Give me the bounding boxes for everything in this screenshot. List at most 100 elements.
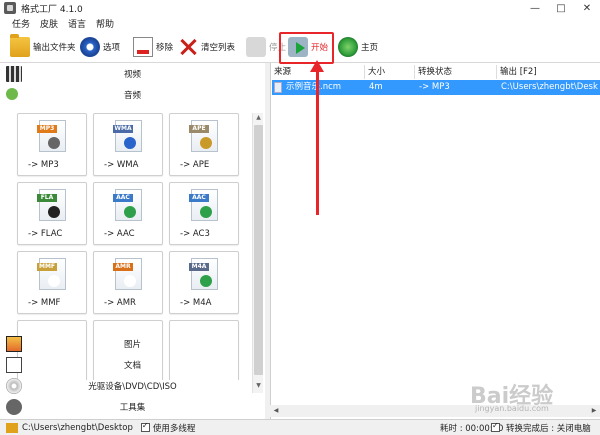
column-size[interactable]: 大小: [365, 65, 415, 79]
status-bar: C:\Users\zhengbt\Desktop 使用多线程 耗时 : 00:0…: [0, 419, 600, 435]
format-tile-ape[interactable]: APE -> APE: [169, 113, 239, 176]
close-button[interactable]: ✕: [576, 0, 598, 16]
minimize-button[interactable]: —: [524, 0, 546, 16]
category-video[interactable]: 视频: [0, 63, 265, 84]
category-tools[interactable]: 工具集: [0, 396, 265, 417]
format-label: -> AMR: [104, 298, 136, 308]
category-picture-label: 图片: [123, 339, 141, 350]
format-tag: M4A: [189, 263, 209, 271]
after-convert-checkbox[interactable]: [491, 421, 500, 432]
format-tile-ac3[interactable]: AAC -> AC3: [169, 182, 239, 245]
document-icon: [6, 356, 22, 373]
format-tile-aac[interactable]: AAC -> AAC: [93, 182, 163, 245]
picture-icon: [6, 335, 22, 352]
format-tag: AAC: [189, 194, 209, 202]
disc-drive-icon: [6, 377, 22, 394]
task-source: 示例音乐.ncm: [286, 82, 342, 92]
format-tag: AAC: [113, 194, 133, 202]
category-disc-label: 光驱设备\DVD\CD\ISO: [88, 381, 177, 392]
film-icon: [6, 65, 22, 82]
format-tag: MP3: [37, 125, 57, 133]
speaker-icon: [48, 137, 60, 149]
scroll-right-arrow-icon[interactable]: ▶: [588, 405, 600, 417]
options-button[interactable]: 选项: [80, 35, 120, 59]
format-tile-wma[interactable]: WMA -> WMA: [93, 113, 163, 176]
remove-icon: [133, 37, 153, 57]
speaker-icon: [200, 275, 212, 287]
clear-list-label: 清空列表: [201, 43, 236, 53]
format-tile-mp3[interactable]: MP3 -> MP3: [17, 113, 87, 176]
remove-button[interactable]: 移除: [133, 35, 173, 59]
menu-help[interactable]: 帮助: [96, 17, 114, 30]
home-button[interactable]: 主页: [338, 35, 378, 59]
task-output: C:\Users\zhengbt\Desk: [501, 82, 598, 92]
watermark-url: jingyan.baidu.com: [475, 404, 549, 413]
menu-task[interactable]: 任务: [12, 17, 30, 30]
start-highlight-annotation: [279, 32, 334, 64]
format-tile-mmf[interactable]: MMF -> MMF: [17, 251, 87, 314]
speaker-icon: [200, 206, 212, 218]
ac3-file-icon: AAC: [189, 189, 218, 221]
format-tile-flac[interactable]: FLA -> FLAC: [17, 182, 87, 245]
task-list-panel: 来源 大小 转换状态 输出 [F2] 示例音乐.ncm 4m -> MP3 C:…: [270, 63, 600, 419]
format-tile-m4a[interactable]: M4A -> M4A: [169, 251, 239, 314]
format-label: -> WMA: [104, 160, 139, 170]
amr-file-icon: AMR: [113, 258, 142, 290]
home-globe-icon: [338, 37, 358, 57]
m4a-file-icon: M4A: [189, 258, 218, 290]
remove-label: 移除: [156, 43, 174, 53]
category-video-label: 视频: [123, 69, 141, 80]
multithread-checkbox[interactable]: [140, 421, 150, 432]
audio-file-icon: [274, 82, 282, 93]
column-output[interactable]: 输出 [F2]: [497, 65, 600, 79]
format-tag: AMR: [113, 263, 133, 271]
format-tile-amr[interactable]: AMR -> AMR: [93, 251, 163, 314]
options-icon: [80, 37, 100, 57]
blank-glyph-icon: [48, 275, 60, 287]
category-panel: 视频 音频 MP3 -> MP3 WMA -> WMA APE -> APE F…: [0, 63, 265, 419]
stop-icon: [246, 37, 266, 57]
category-audio-label: 音频: [123, 90, 141, 101]
menu-bar: 任务 皮肤 语言 帮助: [0, 16, 600, 31]
play-disc-icon: [124, 137, 136, 149]
window-title: 格式工厂 4.1.0: [21, 4, 83, 15]
format-label: -> M4A: [180, 298, 212, 308]
wma-file-icon: WMA: [113, 120, 142, 152]
scroll-left-arrow-icon[interactable]: ◀: [270, 405, 282, 417]
category-disc[interactable]: 光驱设备\DVD\CD\ISO: [0, 375, 265, 396]
output-path: C:\Users\zhengbt\Desktop: [22, 422, 133, 433]
tools-gear-icon: [6, 398, 22, 415]
category-document[interactable]: 文档: [0, 354, 265, 375]
format-label: -> MP3: [28, 160, 59, 170]
title-bar: 格式工厂 4.1.0 — □ ✕: [0, 0, 600, 16]
folder-icon[interactable]: [6, 422, 18, 433]
aac-file-icon: AAC: [113, 189, 142, 221]
mp3-file-icon: MP3: [37, 120, 66, 152]
category-document-label: 文档: [123, 360, 141, 371]
menu-skin[interactable]: 皮肤: [40, 17, 58, 30]
after-convert-label: 转换完成后 : 关闭电脑: [506, 423, 591, 434]
output-folder-label: 输出文件夹: [33, 43, 76, 53]
scroll-up-arrow-icon[interactable]: ▲: [253, 113, 264, 123]
clear-list-button[interactable]: 清空列表: [178, 35, 235, 59]
task-size: 4m: [369, 82, 383, 92]
options-label: 选项: [103, 43, 121, 53]
menu-language[interactable]: 语言: [68, 17, 86, 30]
mmf-file-icon: MMF: [37, 258, 66, 290]
task-status: -> MP3: [419, 82, 450, 92]
output-folder-button[interactable]: 输出文件夹: [10, 34, 76, 59]
category-audio[interactable]: 音频: [0, 84, 265, 105]
category-picture[interactable]: 图片: [0, 333, 265, 354]
flac-file-icon: FLA: [37, 189, 66, 221]
music-note-icon: [6, 88, 18, 100]
maximize-button[interactable]: □: [550, 0, 572, 16]
format-tag: FLA: [37, 194, 57, 202]
format-label: -> AC3: [180, 229, 210, 239]
task-row[interactable]: 示例音乐.ncm 4m -> MP3 C:\Users\zhengbt\Desk: [272, 80, 600, 95]
folder-icon: [10, 34, 30, 57]
format-label: -> AAC: [104, 229, 135, 239]
column-status[interactable]: 转换状态: [415, 65, 497, 79]
home-label: 主页: [361, 43, 379, 53]
format-label: -> APE: [180, 160, 210, 170]
multithread-label: 使用多线程: [152, 423, 196, 434]
